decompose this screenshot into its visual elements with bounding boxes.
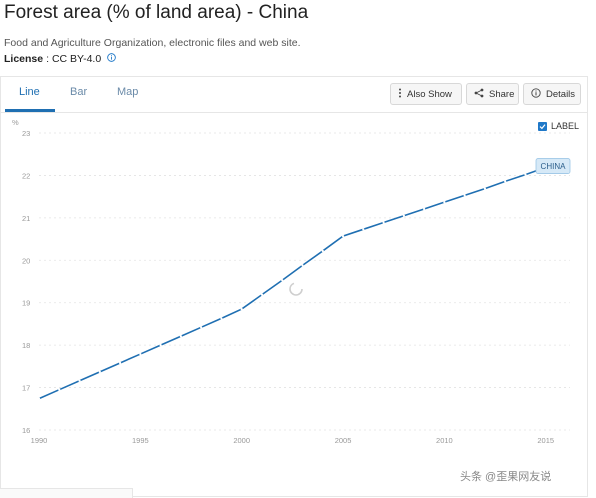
line-chart: 16 17 18 19 20 21 22 23 1990 1995 2000 2005 2010 2015… <box>12 118 571 445</box>
x-tick-label: 2010 <box>436 436 453 445</box>
x-tick-label: 2000 <box>233 436 250 445</box>
loading-spinner-icon <box>289 282 303 296</box>
data-point <box>463 194 466 197</box>
x-tick-label: 1990 <box>31 436 48 445</box>
y-tick-label: 19 <box>22 299 30 308</box>
data-point <box>281 279 284 282</box>
y-tick-label: 22 <box>22 171 30 180</box>
data-point <box>159 344 162 347</box>
y-tick-label: 16 <box>22 426 30 435</box>
y-tick-label: 20 <box>22 256 30 265</box>
watermark: 头条 @歪果网友说 <box>460 471 552 483</box>
data-point <box>504 180 507 183</box>
x-tick-label: 1995 <box>132 436 149 445</box>
data-point <box>443 201 446 204</box>
y-axis-label: % <box>12 118 19 127</box>
x-tick-label: 2005 <box>335 436 352 445</box>
data-point <box>98 370 101 373</box>
label-toggle-text: LABEL <box>551 121 580 131</box>
data-point <box>301 264 304 267</box>
data-point <box>58 388 61 391</box>
data-point <box>524 173 527 176</box>
data-point <box>220 317 223 320</box>
data-point <box>362 228 365 231</box>
label-toggle[interactable]: LABEL <box>538 121 579 131</box>
data-point <box>483 187 487 190</box>
y-tick-label: 21 <box>22 214 30 223</box>
data-point <box>260 293 264 296</box>
y-tick-label: 18 <box>22 341 30 350</box>
data-point <box>139 352 142 356</box>
y-tick-label: 17 <box>22 384 30 393</box>
data-point <box>321 249 324 253</box>
data-point <box>78 379 81 382</box>
data-point <box>382 221 385 224</box>
data-point <box>240 307 243 311</box>
data-point <box>118 361 122 365</box>
data-point <box>423 207 426 211</box>
data-point <box>200 326 203 329</box>
y-tick-label: 23 <box>22 129 30 138</box>
series-label: CHINA <box>541 162 567 171</box>
data-point <box>179 335 182 338</box>
data-point <box>37 397 41 400</box>
data-point <box>341 235 345 238</box>
series-line <box>38 159 567 400</box>
checkbox[interactable] <box>538 121 547 131</box>
x-tick-label: 2015 <box>537 436 554 445</box>
data-point <box>402 214 405 217</box>
